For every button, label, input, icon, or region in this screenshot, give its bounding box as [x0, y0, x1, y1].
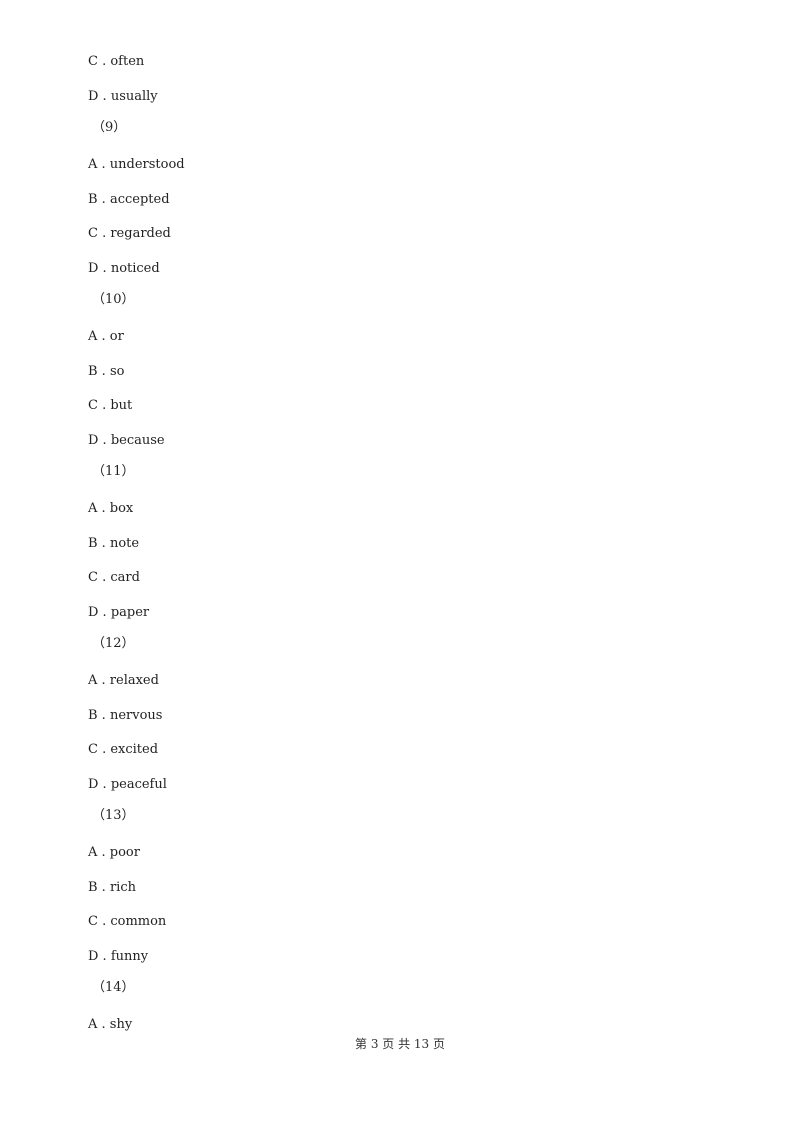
- answer-option: B . accepted: [88, 192, 170, 207]
- answer-option: A . or: [88, 329, 124, 344]
- answer-option: A . box: [88, 501, 134, 516]
- question-number: （12）: [92, 636, 135, 651]
- question-number: （13）: [92, 808, 135, 823]
- answer-option: A . understood: [88, 157, 185, 172]
- question-number: （10）: [92, 292, 135, 307]
- answer-option: C . but: [88, 398, 133, 413]
- answer-option: B . note: [88, 536, 140, 551]
- answer-option: C . regarded: [88, 226, 171, 241]
- answer-option: B . so: [88, 364, 125, 379]
- question-number: （14）: [92, 980, 135, 995]
- answer-option: A . poor: [88, 845, 140, 860]
- answer-option: D . paper: [88, 605, 150, 620]
- page-footer: 第 3 页 共 13 页: [355, 1037, 445, 1051]
- answer-option: D . peaceful: [88, 777, 167, 792]
- answer-option: D . because: [88, 433, 165, 448]
- answer-option: A . relaxed: [88, 673, 159, 688]
- answer-option: C . common: [88, 914, 167, 929]
- answer-option: B . rich: [88, 880, 136, 895]
- answer-option: C . excited: [88, 742, 159, 757]
- answer-option: D . funny: [88, 949, 149, 964]
- answer-option: A . shy: [88, 1017, 133, 1032]
- answer-option: B . nervous: [88, 708, 163, 723]
- question-number: （11）: [92, 464, 135, 479]
- answer-option: C . often: [88, 54, 145, 69]
- answer-option: D . noticed: [88, 261, 160, 276]
- answer-option: D . usually: [88, 89, 158, 104]
- question-number: （9）: [92, 120, 127, 135]
- answer-option: C . card: [88, 570, 140, 585]
